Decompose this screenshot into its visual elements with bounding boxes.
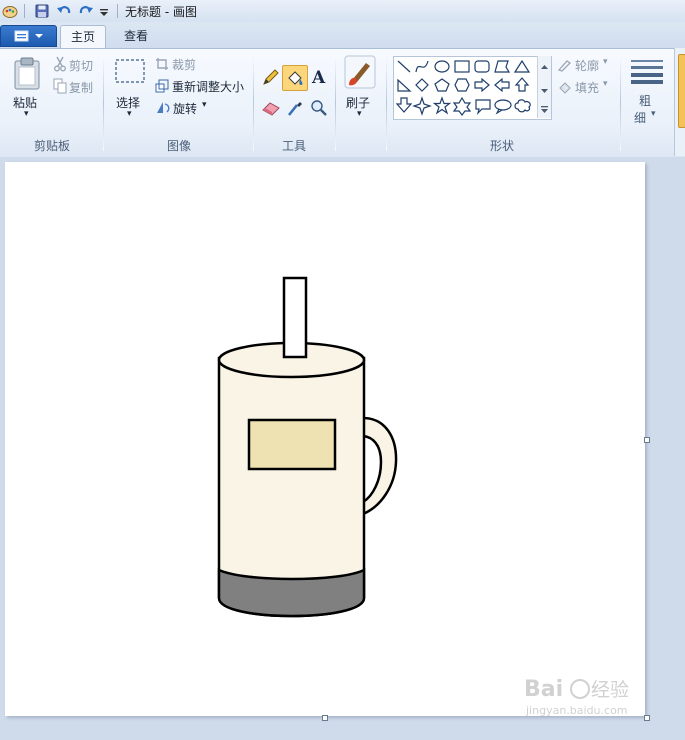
scroll-down-icon[interactable] — [541, 89, 548, 93]
select-icon[interactable] — [114, 58, 146, 89]
svg-text:经验: 经验 — [591, 679, 629, 701]
tab-view[interactable]: 查看 — [114, 25, 158, 47]
group-separator — [335, 55, 336, 151]
mug-label — [247, 418, 337, 471]
tab-home[interactable]: 主页 — [60, 25, 106, 48]
group-separator — [253, 55, 254, 151]
rotate-dropdown-arrow-icon[interactable]: ▾ — [202, 100, 207, 110]
curve-shape-icon[interactable] — [415, 60, 429, 73]
resize-button-label[interactable]: 重新调整大小 — [172, 78, 244, 95]
line-shape-icon[interactable] — [397, 60, 411, 73]
mug-drawing — [217, 276, 398, 618]
svg-text:jingyan.baidu.com: jingyan.baidu.com — [525, 704, 628, 717]
paste-dropdown-arrow-icon[interactable]: ▾ — [24, 109, 29, 119]
shapes-group-label: 形状 — [489, 139, 514, 153]
oval-callout-shape-icon[interactable] — [494, 99, 512, 115]
brush-icon[interactable] — [344, 55, 376, 92]
shapes-gallery-grid — [395, 59, 531, 116]
copy-button-label[interactable]: 复制 — [69, 79, 93, 96]
outline-icon[interactable] — [557, 58, 573, 75]
scroll-up-icon[interactable] — [541, 65, 548, 69]
text-icon[interactable]: A — [309, 67, 329, 90]
resize-icon[interactable] — [155, 79, 169, 96]
group-separator — [620, 55, 621, 151]
rounded-callout-shape-icon[interactable] — [475, 99, 491, 115]
magnifier-icon[interactable] — [309, 99, 329, 120]
eraser-icon[interactable] — [261, 99, 281, 120]
group-separator — [386, 55, 387, 151]
shapes-gallery — [393, 56, 552, 120]
straw — [282, 276, 308, 359]
color-picker-icon[interactable] — [285, 99, 305, 120]
fill-dropdown-arrow-icon[interactable]: ▾ — [603, 79, 608, 89]
rounded-rectangle-shape-icon[interactable] — [474, 60, 490, 73]
workspace: Bai 经验 jingyan.baidu.com — [0, 157, 685, 740]
title-bar: 无标题 - 画图 — [0, 0, 685, 23]
fill-button-label[interactable]: 填充 — [575, 79, 599, 96]
drawing-canvas[interactable]: Bai 经验 jingyan.baidu.com — [5, 162, 645, 717]
shapes-gallery-scrollbar[interactable] — [537, 56, 551, 118]
size-label-thick[interactable]: 粗 — [639, 92, 651, 109]
rotate-icon[interactable] — [155, 100, 171, 117]
up-arrow-shape-icon[interactable] — [514, 77, 530, 92]
polygon-shape-icon[interactable] — [494, 60, 511, 73]
color-swatch-edge[interactable] — [678, 54, 685, 128]
gallery-expand-icon[interactable] — [541, 109, 548, 113]
paint-menu-button[interactable] — [0, 25, 57, 47]
app-icon[interactable] — [1, 2, 19, 20]
line-size-icon[interactable] — [630, 58, 664, 87]
fill-icon[interactable] — [282, 65, 308, 91]
cut-icon[interactable] — [53, 56, 67, 75]
toolbar-separator — [117, 4, 118, 18]
size-dropdown-arrow-icon[interactable]: ▾ — [651, 109, 656, 119]
pencil-icon[interactable] — [261, 67, 281, 90]
right-arrow-shape-icon[interactable] — [474, 77, 490, 93]
diamond-shape-icon[interactable] — [415, 78, 429, 92]
image-group-label: 图像 — [166, 139, 191, 153]
svg-text:A: A — [311, 68, 326, 87]
ribbon-overflow-edge — [674, 48, 685, 156]
window-title: 无标题 - 画图 — [125, 5, 197, 19]
right-triangle-shape-icon[interactable] — [397, 78, 412, 92]
cloud-callout-shape-icon[interactable] — [514, 99, 531, 113]
toolbar-separator — [24, 4, 25, 18]
size-label-thin[interactable]: 细 — [634, 109, 646, 126]
crop-button-label[interactable]: 裁剪 — [172, 56, 196, 73]
customize-dropdown-icon[interactable] — [97, 2, 115, 20]
rotate-button-label[interactable]: 旋转 — [173, 100, 197, 117]
pentagon-shape-icon[interactable] — [434, 78, 450, 92]
five-point-star-shape-icon[interactable] — [432, 96, 452, 115]
brush-dropdown-arrow-icon[interactable]: ▾ — [357, 109, 362, 119]
fill-shape-icon[interactable] — [557, 80, 573, 97]
baidu-watermark-logo: Bai 经验 jingyan.baidu.com — [524, 677, 629, 717]
clipboard-group-label: 剪贴板 — [33, 139, 70, 153]
rectangle-shape-icon[interactable] — [454, 60, 470, 73]
crop-icon[interactable] — [155, 57, 169, 74]
save-icon[interactable] — [33, 2, 51, 20]
oval-shape-icon[interactable] — [434, 60, 450, 73]
outline-button-label[interactable]: 轮廓 — [575, 57, 599, 74]
redo-icon[interactable] — [77, 2, 95, 20]
four-point-star-shape-icon[interactable] — [412, 96, 432, 116]
six-point-star-shape-icon[interactable] — [452, 96, 472, 116]
group-separator — [103, 55, 104, 151]
canvas-resize-handle-bottom[interactable] — [322, 715, 328, 721]
ribbon: 粘贴 ▾ 剪切 复制 剪贴板 选择 ▾ 裁剪 重新调整大小 旋转 ▾ 图像 A … — [0, 48, 685, 158]
outline-dropdown-arrow-icon[interactable]: ▾ — [603, 57, 608, 67]
down-arrow-shape-icon[interactable] — [395, 97, 413, 113]
cut-button-label[interactable]: 剪切 — [69, 57, 93, 74]
triangle-shape-icon[interactable] — [513, 59, 531, 73]
select-dropdown-arrow-icon[interactable]: ▾ — [127, 109, 132, 119]
paste-icon[interactable] — [12, 56, 42, 95]
ribbon-tab-row: 主页 查看 — [0, 22, 685, 48]
svg-text:Bai: Bai — [524, 677, 563, 702]
hexagon-shape-icon[interactable] — [454, 78, 470, 92]
mug-handle — [361, 416, 398, 516]
canvas-resize-handle-right[interactable] — [644, 437, 650, 443]
copy-icon[interactable] — [53, 78, 67, 97]
canvas-resize-handle-corner[interactable] — [644, 715, 650, 721]
left-arrow-shape-icon[interactable] — [494, 77, 510, 93]
tools-group-label: 工具 — [281, 139, 306, 153]
undo-icon[interactable] — [55, 2, 73, 20]
